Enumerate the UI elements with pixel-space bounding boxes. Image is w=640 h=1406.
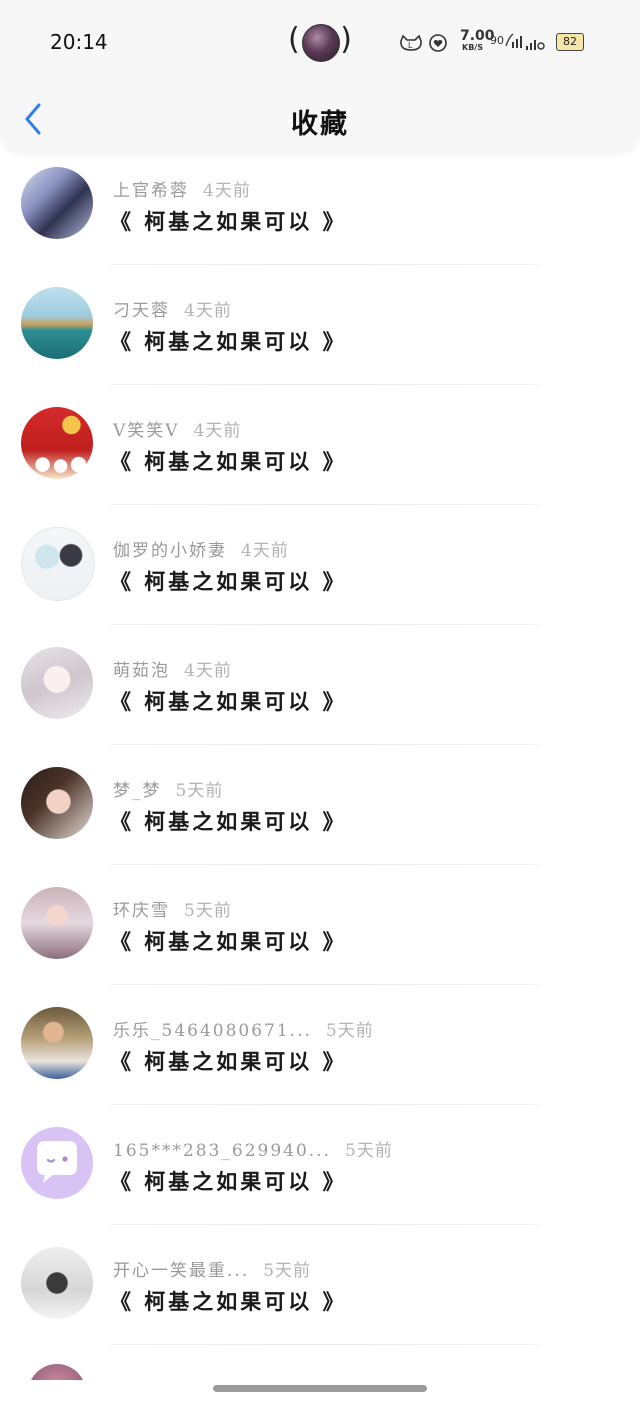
avatar[interactable] [21,167,93,239]
divider [110,1344,540,1345]
item-meta: 梦_梦 5天前 [113,776,223,801]
item-title[interactable]: 《 柯基之如果可以 》 [110,806,347,836]
status-time: 20:14 [50,30,108,54]
time-ago: 4天前 [203,181,251,201]
username[interactable]: 伽罗的小娇妻 [113,541,227,561]
username[interactable]: 环庆雪 [113,901,170,921]
time-ago: 4天前 [184,301,232,321]
favorites-list: 上官希蓉 4天前 《 柯基之如果可以 》 刁天蓉 4天前 《 柯基之如果可以 》 V… [0,154,640,1354]
cat-icon: L [400,34,422,51]
username[interactable]: V笑笑V [113,421,180,441]
item-meta: 乐乐_5464080671... 5天前 [113,1016,374,1041]
floating-avatar-icon [302,24,340,62]
battery-indicator: 82 [556,33,584,51]
divider [110,744,540,745]
item-title[interactable]: 《 柯基之如果可以 》 [110,926,347,956]
item-title[interactable]: 《 柯基之如果可以 》 [110,1286,347,1316]
divider [110,504,540,505]
divider [110,864,540,865]
item-title[interactable]: 《 柯基之如果可以 》 [110,1166,347,1196]
item-title[interactable]: 《 柯基之如果可以 》 [110,1046,347,1076]
list-item[interactable]: 开心一笑最重... 5天前 《 柯基之如果可以 》 [0,1234,640,1354]
list-item-partial[interactable] [0,1356,640,1380]
username[interactable]: 萌茹泡 [113,661,170,681]
recording-indicator: ( ) [288,20,352,64]
avatar[interactable] [21,407,93,479]
heart-icon [429,34,447,52]
home-indicator[interactable] [213,1385,427,1392]
avatar[interactable] [21,1247,93,1319]
avatar[interactable] [21,287,93,359]
list-item[interactable]: 刁天蓉 4天前 《 柯基之如果可以 》 [0,274,640,394]
item-title[interactable]: 《 柯基之如果可以 》 [110,206,347,236]
username[interactable]: 上官希蓉 [113,181,189,201]
divider [110,384,540,385]
avatar[interactable] [21,647,93,719]
avatar[interactable] [21,887,93,959]
net-speed-unit: KB/S [462,43,483,52]
item-meta: V笑笑V 4天前 [113,416,241,441]
svg-text:90: 90 [490,34,504,47]
item-meta: 上官希蓉 4天前 [113,176,251,201]
item-title[interactable]: 《 柯基之如果可以 》 [110,686,347,716]
divider [110,1104,540,1105]
paren-left-icon: ( [288,22,300,57]
avatar[interactable] [28,1364,86,1380]
time-ago: 5天前 [263,1261,312,1281]
list-item[interactable]: 伽罗的小娇妻 4天前 《 柯基之如果可以 》 [0,514,640,634]
status-bar: 20:14 ( ) L 7.00 KB/S 90 82 [0,0,640,84]
username[interactable]: 165***283_629940... [113,1141,331,1161]
chat-bubble-icon [37,1141,77,1183]
signal-icon [526,40,545,50]
list-item[interactable]: V笑笑V 4天前 《 柯基之如果可以 》 [0,394,640,514]
list-item[interactable]: 上官希蓉 4天前 《 柯基之如果可以 》 [0,154,640,274]
list-item[interactable]: 165***283_629940... 5天前 《 柯基之如果可以 》 [0,1114,640,1234]
list-item[interactable]: 环庆雪 5天前 《 柯基之如果可以 》 [0,874,640,994]
time-ago: 4天前 [241,541,289,561]
page-title: 收藏 [291,109,349,140]
time-ago: 4天前 [184,661,232,681]
list-item[interactable]: 萌茹泡 4天前 《 柯基之如果可以 》 [0,634,640,754]
item-meta: 伽罗的小娇妻 4天前 [113,536,289,561]
item-meta: 萌茹泡 4天前 [113,656,232,681]
item-meta: 开心一笑最重... 5天前 [113,1256,311,1281]
avatar[interactable] [21,527,95,601]
list-item[interactable]: 梦_梦 5天前 《 柯基之如果可以 》 [0,754,640,874]
item-meta: 165***283_629940... 5天前 [113,1136,393,1161]
item-meta: 环庆雪 5天前 [113,896,232,921]
paren-right-icon: ) [340,22,352,57]
username[interactable]: 刁天蓉 [113,301,170,321]
username[interactable]: 梦_梦 [113,781,162,801]
time-ago: 4天前 [193,421,242,441]
time-ago: 5天前 [175,781,224,801]
divider [110,984,540,985]
avatar[interactable] [21,1127,93,1199]
username[interactable]: 乐乐_5464080671... [113,1021,312,1041]
item-meta: 刁天蓉 4天前 [113,296,232,321]
avatar[interactable] [21,1007,93,1079]
time-ago: 5天前 [325,1021,374,1041]
list-item[interactable]: 乐乐_5464080671... 5天前 《 柯基之如果可以 》 [0,994,640,1114]
time-ago: 5天前 [184,901,232,921]
item-title[interactable]: 《 柯基之如果可以 》 [110,566,347,596]
svg-text:L: L [408,41,413,50]
item-title[interactable]: 《 柯基之如果可以 》 [110,446,347,476]
item-title[interactable]: 《 柯基之如果可以 》 [110,326,347,356]
divider [110,264,540,265]
time-ago: 5天前 [345,1141,393,1161]
divider [110,624,540,625]
nav-bar: 收藏 [0,84,640,154]
divider [110,1224,540,1225]
username[interactable]: 开心一笑最重... [113,1261,249,1281]
avatar[interactable] [21,767,93,839]
